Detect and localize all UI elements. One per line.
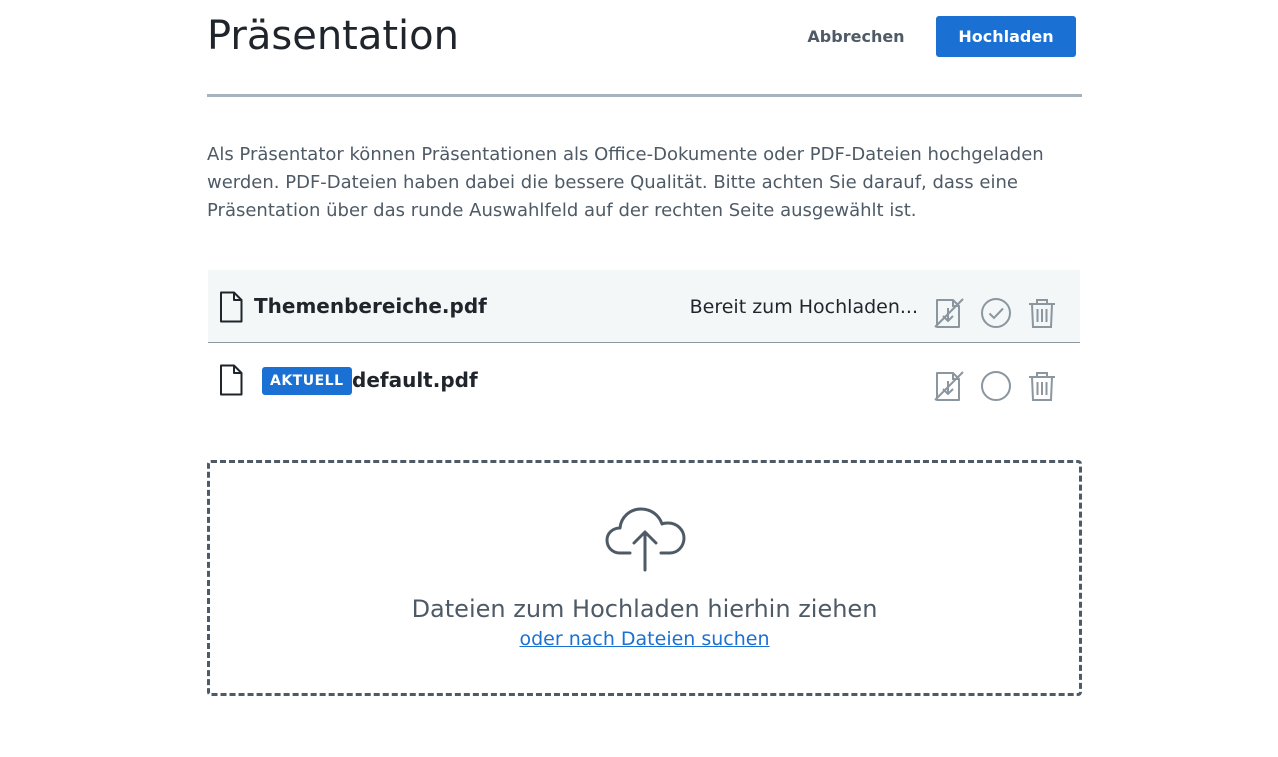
file-actions: [934, 296, 1080, 330]
file-row-themenbereiche: Themenbereiche.pdf Bereit zum Hochladen.…: [208, 270, 1080, 343]
upload-presentation-modal: Präsentation Abbrechen Hochladen Als Prä…: [207, 0, 1082, 696]
set-current-radio[interactable]: [979, 369, 1013, 403]
cancel-button[interactable]: Abbrechen: [805, 16, 907, 57]
description-text: Als Präsentator können Präsentationen al…: [207, 144, 1044, 221]
trash-icon[interactable]: [1025, 369, 1059, 403]
toggle-download-icon[interactable]: [932, 369, 966, 403]
browse-files-link[interactable]: oder nach Dateien suchen: [519, 628, 769, 650]
toggle-download-icon[interactable]: [932, 296, 966, 330]
file-actions: [934, 369, 1080, 403]
modal-header: Präsentation Abbrechen Hochladen: [207, 0, 1082, 97]
browse-files-link-wrapper: oder nach Dateien suchen: [210, 626, 1079, 652]
trash-icon[interactable]: [1025, 296, 1059, 330]
current-badge: AKTUELL: [262, 367, 352, 395]
upload-button[interactable]: Hochladen: [936, 16, 1076, 57]
dropzone[interactable]: Dateien zum Hochladen hierhin ziehen ode…: [207, 460, 1082, 696]
file-list: Themenbereiche.pdf Bereit zum Hochladen.…: [208, 270, 1080, 415]
file-name: default.pdf: [352, 368, 478, 392]
modal-title: Präsentation: [207, 13, 459, 59]
file-name: Themenbereiche.pdf: [254, 294, 487, 318]
upload-status-text: Bereit zum Hochladen...: [689, 296, 918, 318]
set-current-radio-checked[interactable]: [979, 296, 1013, 330]
file-icon: [220, 291, 243, 323]
file-row-default: AKTUELL default.pdf: [208, 343, 1080, 415]
cloud-upload-icon: [605, 507, 686, 572]
dropzone-title: Dateien zum Hochladen hierhin ziehen: [411, 595, 878, 623]
file-icon: [220, 364, 243, 396]
